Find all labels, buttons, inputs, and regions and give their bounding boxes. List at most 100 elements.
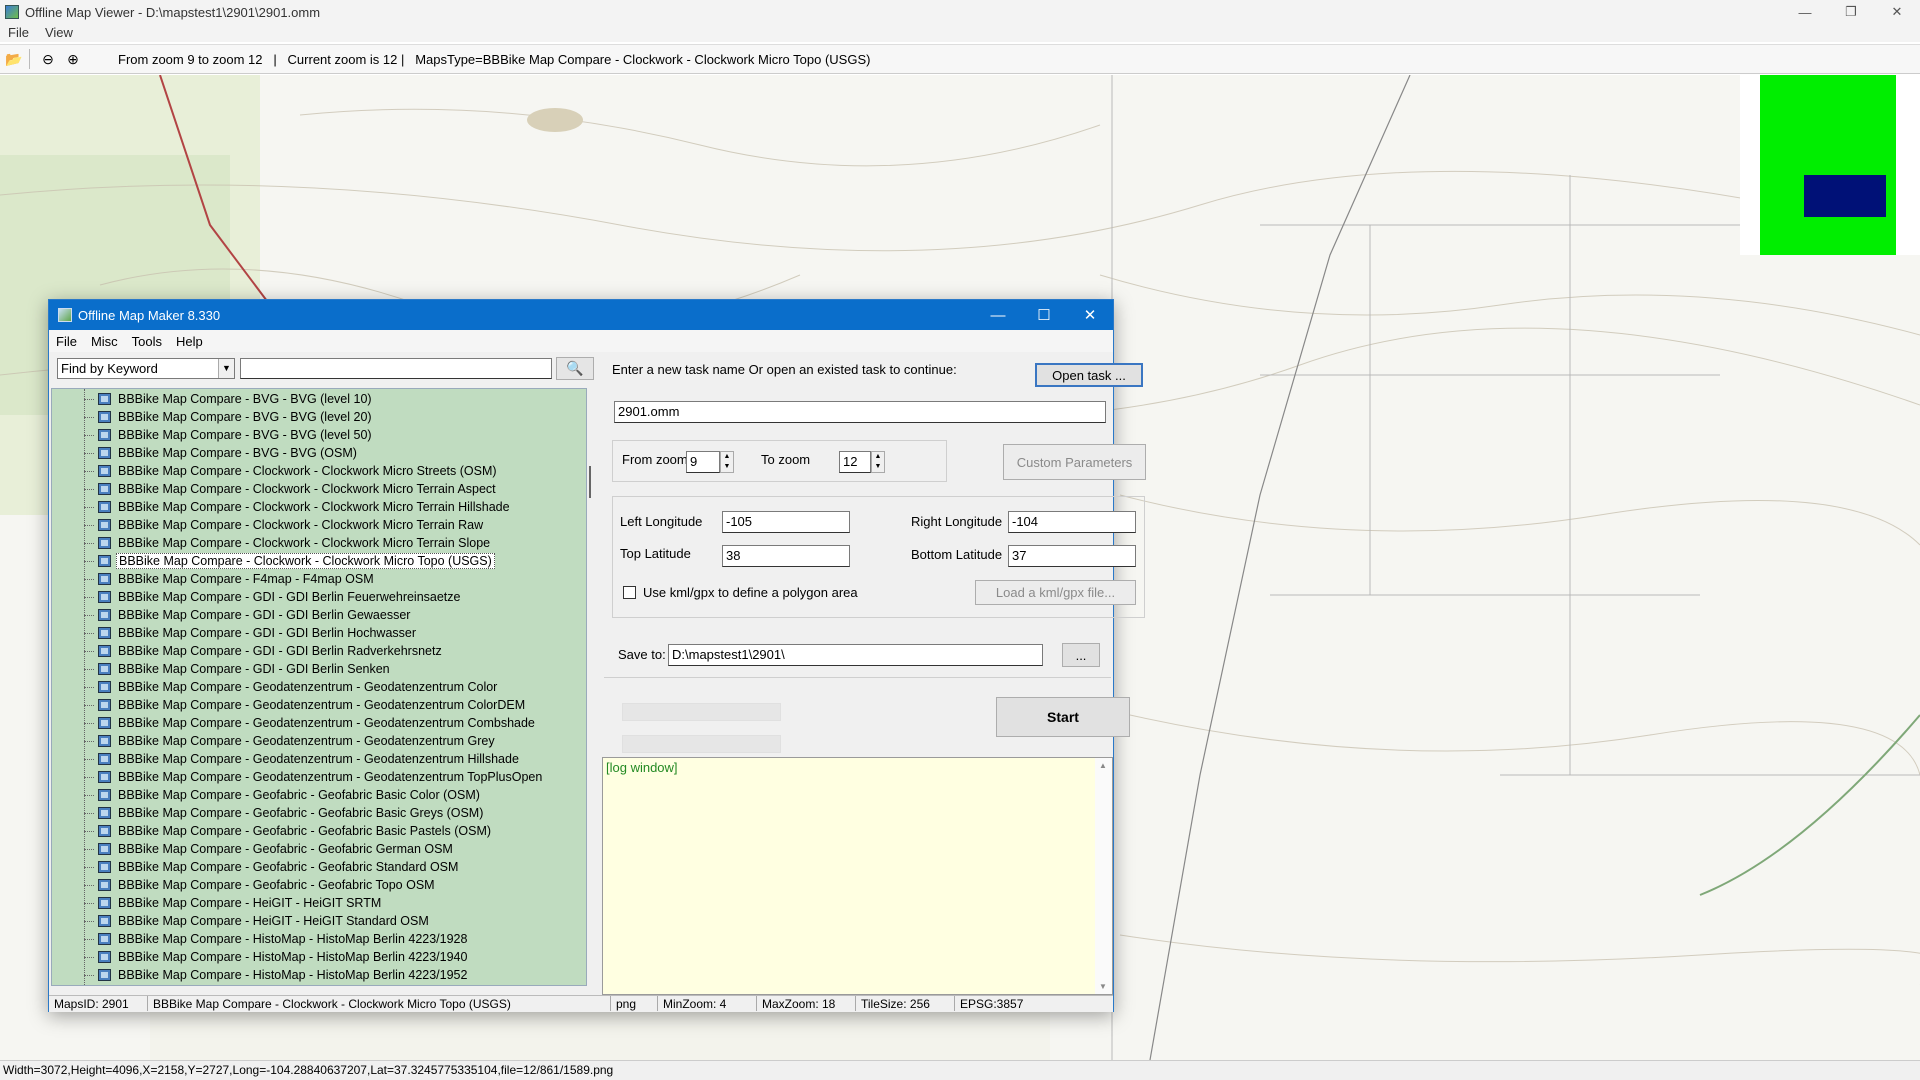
viewer-titlebar: Offline Map Viewer - D:\mapstest1\2901\2… [0, 0, 1920, 24]
zoom-out-icon[interactable]: ⊖ [37, 48, 59, 70]
dialog-minimize-icon[interactable]: — [975, 300, 1021, 330]
map-layer-icon [98, 861, 111, 873]
dialog-maximize-icon[interactable]: ☐ [1021, 300, 1067, 330]
map-source-item[interactable]: BBBike Map Compare - BVG - BVG (OSM) [84, 444, 359, 462]
menu-view[interactable]: View [37, 25, 81, 40]
from-zoom-input[interactable]: 9 [686, 451, 720, 473]
kml-checkbox[interactable] [623, 586, 636, 599]
start-button[interactable]: Start [996, 697, 1130, 737]
map-source-label: BBBike Map Compare - Geofabric - Geofabr… [118, 878, 435, 892]
tree-scroll-thumb[interactable] [589, 466, 591, 498]
dialog-menu-misc[interactable]: Misc [84, 334, 125, 349]
load-kml-button[interactable]: Load a kml/gpx file... [975, 580, 1136, 605]
map-source-item[interactable]: BBBike Map Compare - Geodatenzentrum - G… [84, 678, 499, 696]
status-separator [657, 996, 658, 1011]
map-layer-icon [98, 555, 111, 567]
zoom-in-icon[interactable]: ⊕ [62, 48, 84, 70]
map-source-item[interactable]: BBBike Map Compare - Clockwork - Clockwo… [84, 462, 499, 480]
map-source-item[interactable]: BBBike Map Compare - GDI - GDI Berlin Se… [84, 660, 392, 678]
map-source-item[interactable]: BBBike Map Compare - Clockwork - Clockwo… [84, 480, 498, 498]
chevron-down-icon[interactable]: ▼ [218, 359, 234, 378]
map-source-label: BBBike Map Compare - Clockwork - Clockwo… [116, 553, 495, 569]
map-source-item[interactable]: BBBike Map Compare - GDI - GDI Berlin Ge… [84, 606, 412, 624]
close-icon[interactable]: ✕ [1874, 0, 1920, 24]
map-source-item[interactable]: BBBike Map Compare - Geodatenzentrum - G… [84, 750, 521, 768]
map-source-label: BBBike Map Compare - BVG - BVG (OSM) [118, 446, 357, 460]
minimize-icon[interactable]: — [1782, 0, 1828, 24]
tree-connector [84, 506, 94, 508]
map-source-item[interactable]: BBBike Map Compare - HistoMap - HistoMap… [84, 984, 469, 985]
bottom-latitude-input[interactable]: 37 [1008, 545, 1136, 567]
tree-connector [84, 740, 94, 742]
log-scrollbar[interactable]: ▲ ▼ [1095, 758, 1112, 994]
top-latitude-input[interactable]: 38 [722, 545, 850, 567]
map-source-item[interactable]: BBBike Map Compare - Clockwork - Clockwo… [84, 552, 495, 570]
custom-parameters-button[interactable]: Custom Parameters [1003, 444, 1146, 480]
map-source-item[interactable]: BBBike Map Compare - HeiGIT - HeiGIT Sta… [84, 912, 431, 930]
restore-icon[interactable]: ❐ [1828, 0, 1874, 24]
search-button[interactable]: 🔍 [556, 357, 594, 380]
map-source-label: BBBike Map Compare - HeiGIT - HeiGIT SRT… [118, 896, 382, 910]
browse-button[interactable]: ... [1062, 643, 1100, 667]
status-separator [855, 996, 856, 1011]
map-source-item[interactable]: BBBike Map Compare - Geodatenzentrum - G… [84, 696, 527, 714]
search-input[interactable] [240, 358, 552, 379]
map-source-label: BBBike Map Compare - GDI - GDI Berlin Ho… [118, 626, 417, 640]
scroll-down-icon[interactable]: ▼ [1099, 982, 1107, 991]
tree-connector [84, 938, 94, 940]
map-source-item[interactable]: BBBike Map Compare - HistoMap - HistoMap… [84, 966, 469, 984]
find-mode-select[interactable]: Find by Keyword ▼ [57, 358, 235, 379]
map-source-item[interactable]: BBBike Map Compare - Geodatenzentrum - G… [84, 768, 544, 786]
to-zoom-spinner[interactable]: ▲ ▼ [871, 451, 885, 473]
map-source-item[interactable]: BBBike Map Compare - Geodatenzentrum - G… [84, 732, 497, 750]
map-layer-icon [98, 447, 111, 459]
task-name-input[interactable]: 2901.omm [614, 401, 1106, 423]
to-zoom-input[interactable]: 12 [839, 451, 871, 473]
overview-minimap[interactable] [1760, 75, 1896, 255]
map-source-tree[interactable]: BBBike Map Compare - BVG - BVG (level 10… [51, 388, 587, 986]
right-longitude-input[interactable]: -104 [1008, 511, 1136, 533]
map-source-item[interactable]: BBBike Map Compare - Geofabric - Geofabr… [84, 876, 437, 894]
dialog-menu-help[interactable]: Help [169, 334, 210, 349]
log-window[interactable]: [log window] ▲ ▼ [602, 757, 1113, 995]
map-source-label: BBBike Map Compare - Geodatenzentrum - G… [118, 680, 498, 694]
task-settings-pane: Enter a new task name Or open an existed… [602, 352, 1146, 995]
map-source-item[interactable]: BBBike Map Compare - Geofabric - Geofabr… [84, 786, 482, 804]
map-source-item[interactable]: BBBike Map Compare - HistoMap - HistoMap… [84, 930, 469, 948]
scroll-up-icon[interactable]: ▲ [1099, 761, 1107, 770]
map-source-item[interactable]: BBBike Map Compare - Geofabric - Geofabr… [84, 840, 455, 858]
map-source-item[interactable]: BBBike Map Compare - HeiGIT - HeiGIT SRT… [84, 894, 383, 912]
tree-scrollbar[interactable] [587, 388, 596, 986]
map-source-item[interactable]: BBBike Map Compare - GDI - GDI Berlin Ho… [84, 624, 418, 642]
map-source-item[interactable]: BBBike Map Compare - Geofabric - Geofabr… [84, 804, 485, 822]
map-source-item[interactable]: BBBike Map Compare - Geofabric - Geofabr… [84, 822, 493, 840]
map-layer-icon [98, 483, 111, 495]
map-source-item[interactable]: BBBike Map Compare - GDI - GDI Berlin Ra… [84, 642, 444, 660]
save-to-input[interactable]: D:\mapstest1\2901\ [668, 644, 1043, 666]
map-source-item[interactable]: BBBike Map Compare - Geodatenzentrum - G… [84, 714, 537, 732]
overview-viewport[interactable] [1804, 175, 1886, 217]
tree-connector [84, 434, 94, 436]
map-source-item[interactable]: BBBike Map Compare - GDI - GDI Berlin Fe… [84, 588, 463, 606]
from-zoom-spinner[interactable]: ▲ ▼ [720, 451, 734, 473]
menu-file[interactable]: File [0, 25, 37, 40]
tree-connector [84, 686, 94, 688]
open-task-button[interactable]: Open task ... [1035, 363, 1143, 387]
to-zoom-label: To zoom [761, 452, 811, 467]
map-source-item[interactable]: BBBike Map Compare - BVG - BVG (level 10… [84, 390, 374, 408]
dialog-titlebar[interactable]: Offline Map Maker 8.330 — ☐ ✕ [49, 300, 1113, 330]
dialog-menu-tools[interactable]: Tools [125, 334, 169, 349]
map-source-item[interactable]: BBBike Map Compare - Clockwork - Clockwo… [84, 534, 492, 552]
map-source-item[interactable]: BBBike Map Compare - Clockwork - Clockwo… [84, 516, 485, 534]
map-source-item[interactable]: BBBike Map Compare - BVG - BVG (level 50… [84, 426, 374, 444]
map-source-item[interactable]: BBBike Map Compare - BVG - BVG (level 20… [84, 408, 374, 426]
map-source-item[interactable]: BBBike Map Compare - Geofabric - Geofabr… [84, 858, 460, 876]
map-source-item[interactable]: BBBike Map Compare - Clockwork - Clockwo… [84, 498, 512, 516]
map-source-item[interactable]: BBBike Map Compare - HistoMap - HistoMap… [84, 948, 469, 966]
dialog-menu-file[interactable]: File [49, 334, 84, 349]
map-source-item[interactable]: BBBike Map Compare - F4map - F4map OSM [84, 570, 376, 588]
left-longitude-input[interactable]: -105 [722, 511, 850, 533]
bottom-latitude-label: Bottom Latitude [911, 547, 1003, 562]
dialog-close-icon[interactable]: ✕ [1067, 300, 1113, 330]
open-folder-icon[interactable]: 📂 [3, 48, 25, 70]
